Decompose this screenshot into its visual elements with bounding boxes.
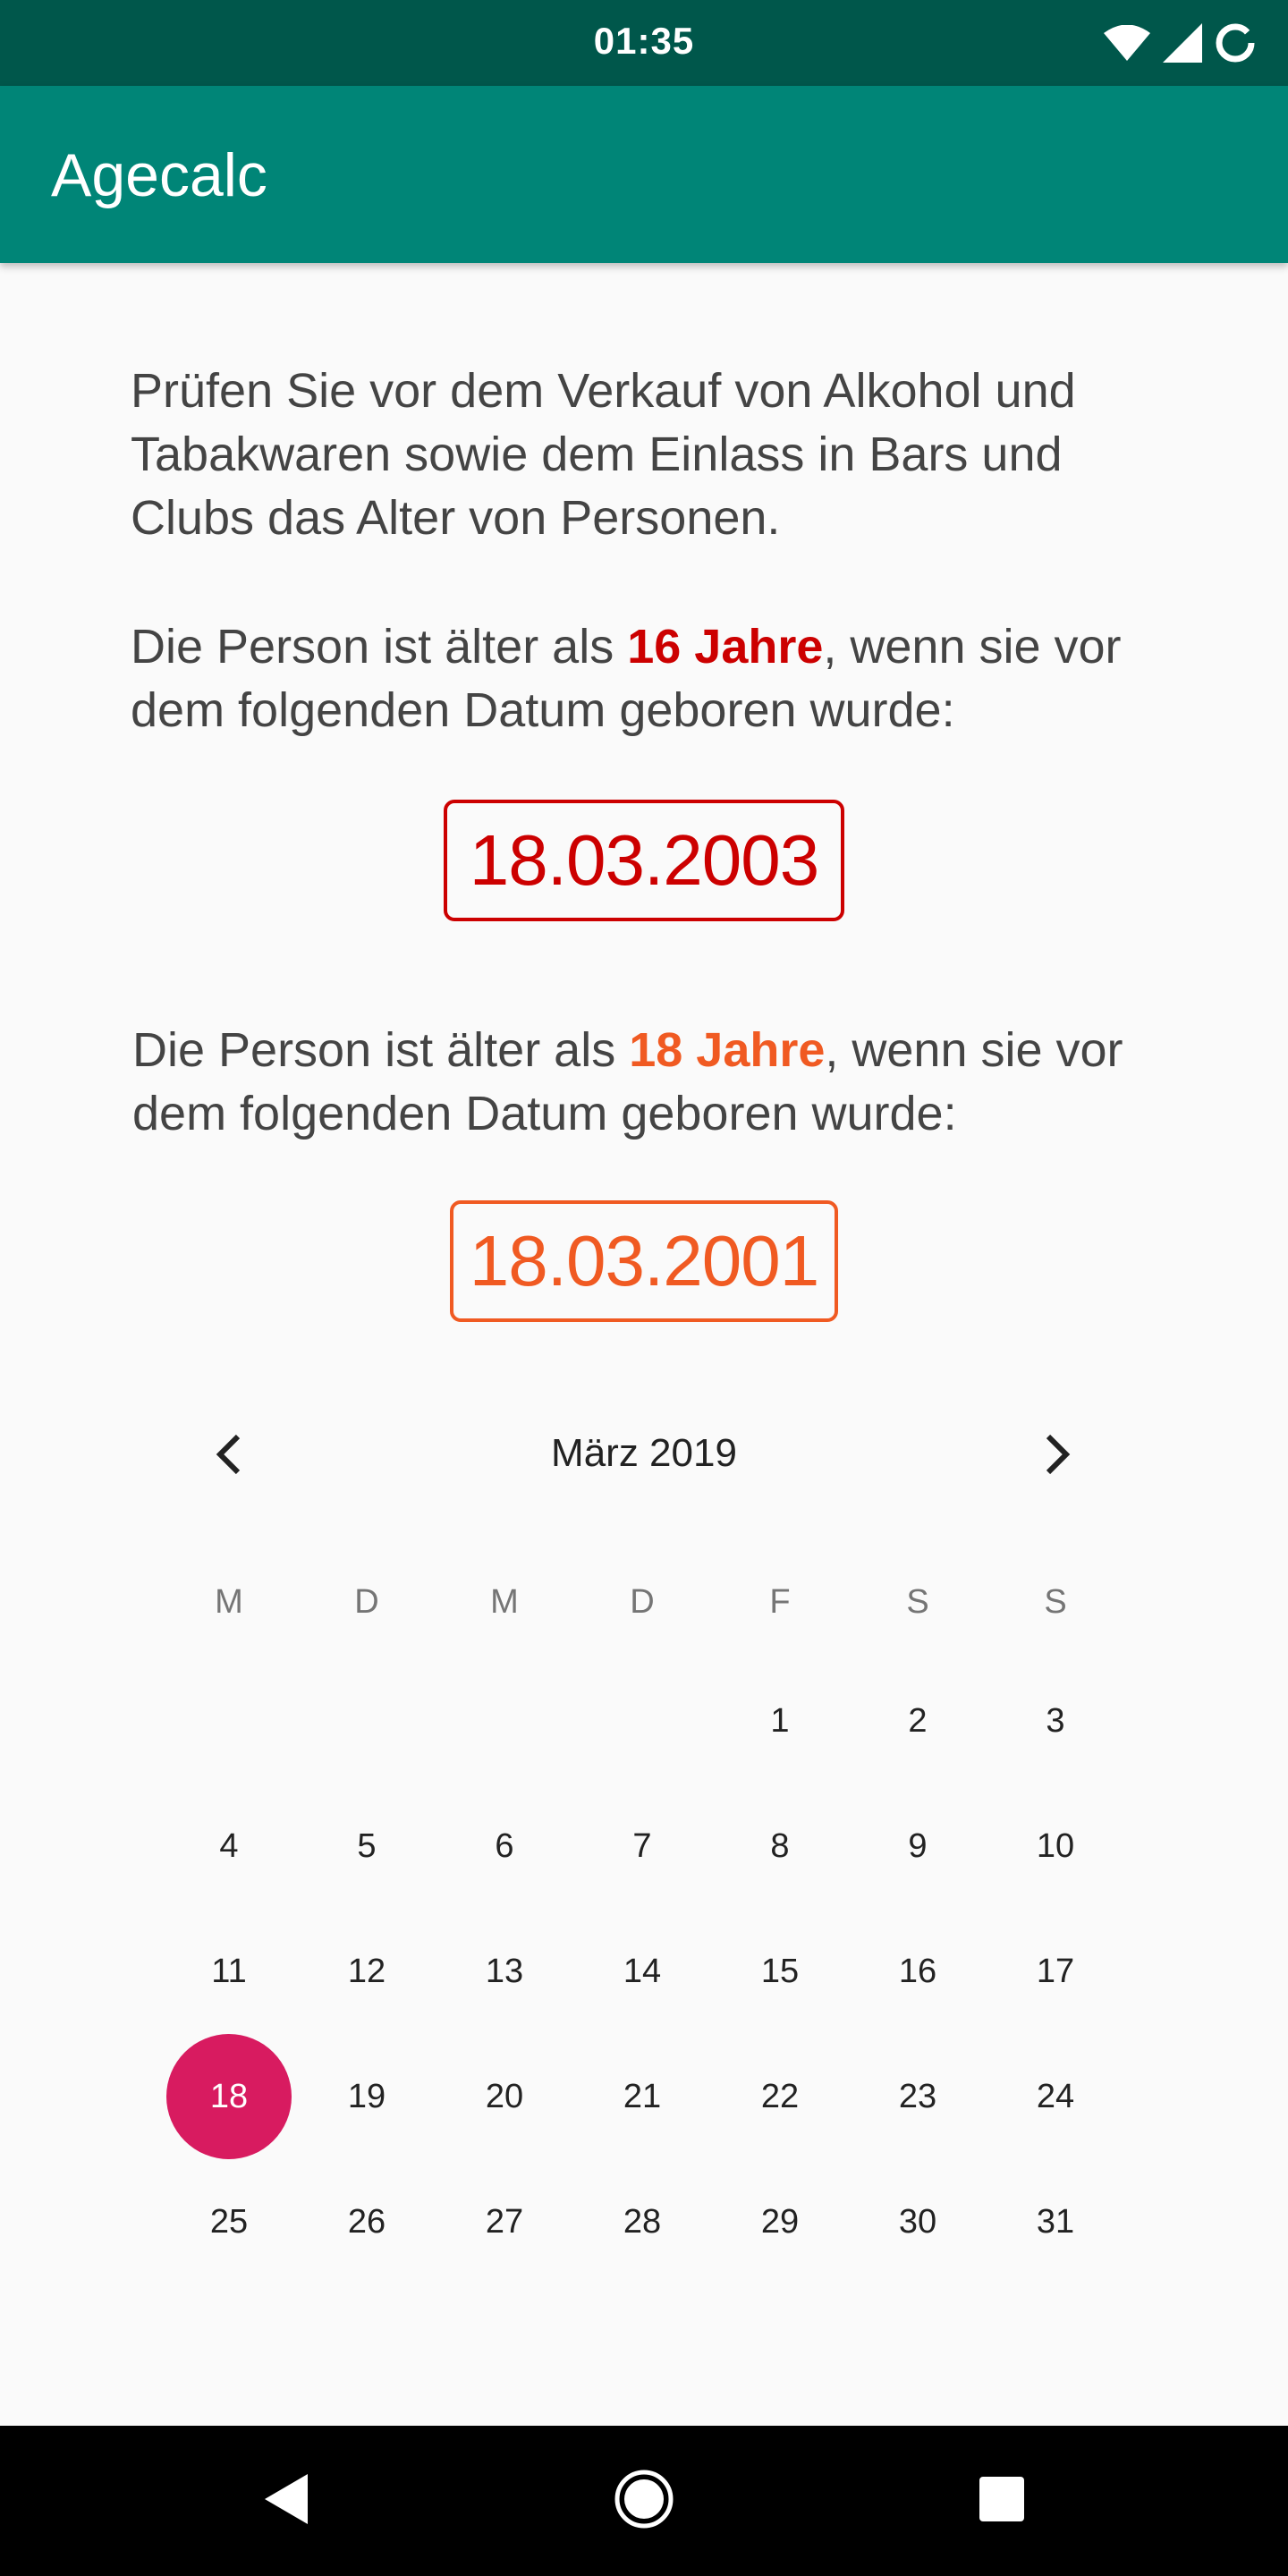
chevron-right-icon: [1039, 1433, 1075, 1480]
calendar-day[interactable]: 16: [855, 1909, 980, 2034]
calendar-day[interactable]: 9: [855, 1784, 980, 1909]
signal-icon: [1163, 23, 1202, 63]
weekday-label: M: [490, 1583, 519, 1621]
calendar-day[interactable]: 25: [166, 2159, 292, 2284]
back-button[interactable]: [250, 2465, 322, 2537]
age18-text: Die Person ist älter als 18 Jahre, wenn …: [132, 1019, 1170, 1146]
calendar-day[interactable]: 28: [580, 2159, 705, 2284]
calendar-day[interactable]: 19: [304, 2034, 429, 2159]
home-button[interactable]: [608, 2465, 680, 2537]
calendar-day[interactable]: 11: [166, 1909, 292, 2034]
calendar-day[interactable]: 23: [855, 2034, 980, 2159]
calendar-day[interactable]: 2: [855, 1658, 980, 1784]
calendar-day[interactable]: 30: [855, 2159, 980, 2284]
age16-date: 18.03.2003: [444, 800, 844, 921]
calendar-day[interactable]: 29: [717, 2159, 843, 2284]
app-title: Agecalc: [51, 141, 267, 209]
age18-highlight: 18 Jahre: [629, 1023, 826, 1077]
next-month-button[interactable]: [1013, 1411, 1102, 1501]
weekday-label: F: [769, 1583, 791, 1621]
recents-button[interactable]: [966, 2465, 1038, 2537]
age18-date: 18.03.2001: [450, 1200, 838, 1322]
home-icon: [613, 2468, 675, 2535]
status-time: 01:35: [593, 20, 695, 62]
calendar-day[interactable]: 4: [166, 1784, 292, 1909]
weekday-label: D: [630, 1583, 655, 1621]
calendar-day[interactable]: 31: [993, 2159, 1118, 2284]
recents-icon: [977, 2474, 1027, 2529]
intro-text: Prüfen Sie vor dem Verkauf von Alkohol u…: [131, 364, 1076, 545]
calendar-day[interactable]: 1: [717, 1658, 843, 1784]
calendar-day-selected[interactable]: 18: [166, 2034, 292, 2159]
weekday-label: D: [354, 1583, 379, 1621]
app-bar: Agecalc: [0, 86, 1288, 263]
calendar-day[interactable]: 24: [993, 2034, 1118, 2159]
age16-prefix: Die Person ist älter als: [131, 620, 628, 674]
calendar-day[interactable]: 5: [304, 1784, 429, 1909]
calendar-day[interactable]: 8: [717, 1784, 843, 1909]
calendar-day[interactable]: 10: [993, 1784, 1118, 1909]
calendar-day[interactable]: 15: [717, 1909, 843, 2034]
age16-text: Die Person ist älter als 16 Jahre, wenn …: [131, 615, 1168, 742]
age16-highlight: 16 Jahre: [627, 620, 824, 674]
calendar-day[interactable]: 6: [442, 1784, 567, 1909]
status-bar: 01:35: [0, 0, 1288, 86]
calendar-day[interactable]: 22: [717, 2034, 843, 2159]
navigation-bar: [0, 2426, 1288, 2576]
weekday-label: M: [215, 1583, 243, 1621]
battery-icon: [1215, 22, 1256, 64]
calendar-day[interactable]: 13: [442, 1909, 567, 2034]
calendar-day[interactable]: 20: [442, 2034, 567, 2159]
calendar-header: März 2019: [0, 1411, 1288, 1501]
weekday-label: S: [1044, 1583, 1067, 1621]
calendar-day[interactable]: 27: [442, 2159, 567, 2284]
calendar-day[interactable]: 21: [580, 2034, 705, 2159]
back-icon: [261, 2472, 311, 2530]
calendar-day[interactable]: 26: [304, 2159, 429, 2284]
calendar-day[interactable]: 7: [580, 1784, 705, 1909]
calendar-day[interactable]: 17: [993, 1909, 1118, 2034]
age18-prefix: Die Person ist älter als: [132, 1023, 630, 1077]
status-icons: [1104, 21, 1256, 64]
calendar-day[interactable]: 12: [304, 1909, 429, 2034]
weekday-label: S: [906, 1583, 929, 1621]
wifi-icon: [1104, 25, 1150, 61]
calendar-day[interactable]: 3: [993, 1658, 1118, 1784]
calendar-day[interactable]: 14: [580, 1909, 705, 2034]
